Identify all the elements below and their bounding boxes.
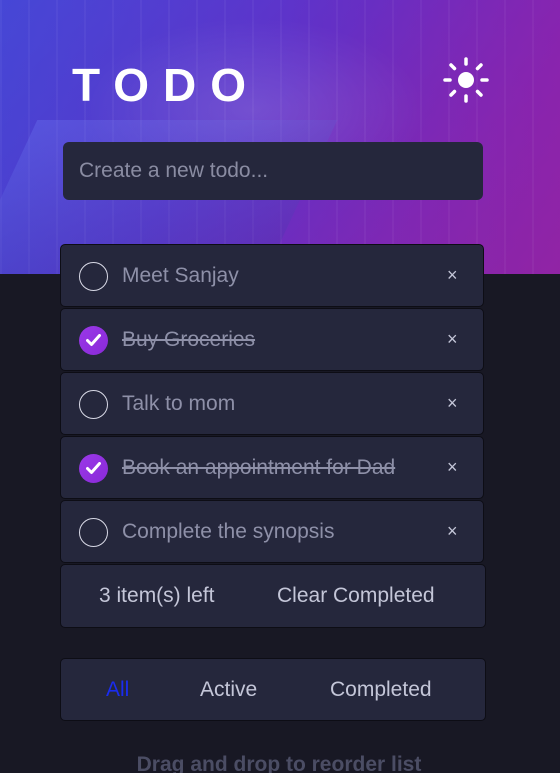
filter-completed[interactable]: Completed xyxy=(330,678,432,702)
todo-item[interactable]: Meet Sanjay × xyxy=(60,244,484,307)
checkmark-icon xyxy=(86,462,101,474)
todo-text: Book an appointment for Dad xyxy=(122,456,396,479)
delete-icon[interactable]: × xyxy=(447,457,458,477)
todo-checkbox-checked[interactable] xyxy=(79,454,108,483)
todo-text: Talk to mom xyxy=(122,392,236,415)
todo-text: Complete the synopsis xyxy=(122,520,335,543)
app-title: TODO xyxy=(72,59,261,111)
todo-text: Buy Groceries xyxy=(122,328,256,351)
todo-checkbox[interactable] xyxy=(79,390,108,419)
delete-icon[interactable]: × xyxy=(447,521,458,541)
clear-completed-button[interactable]: Clear Completed xyxy=(277,584,435,608)
items-left-count: 3 item(s) left xyxy=(99,584,215,607)
sun-icon xyxy=(443,57,489,103)
delete-icon[interactable]: × xyxy=(447,265,458,285)
filter-all[interactable]: All xyxy=(106,678,129,702)
reorder-hint-text: Drag and drop to reorder list xyxy=(136,753,422,773)
todo-app: TODO Meet Sanjay × xyxy=(0,0,560,773)
delete-icon[interactable]: × xyxy=(447,393,458,413)
todo-checkbox[interactable] xyxy=(79,518,108,547)
new-todo-input[interactable] xyxy=(63,142,483,200)
todo-text: Meet Sanjay xyxy=(122,264,239,287)
todo-checkbox[interactable] xyxy=(79,262,108,291)
header-background-image xyxy=(0,0,560,274)
todo-footer: 3 item(s) left Clear Completed xyxy=(60,564,486,628)
todo-checkbox-checked[interactable] xyxy=(79,326,108,355)
filter-bar: All Active Completed xyxy=(60,658,486,721)
delete-icon[interactable]: × xyxy=(447,329,458,349)
todo-item[interactable]: Book an appointment for Dad × xyxy=(60,436,484,499)
filter-active[interactable]: Active xyxy=(200,678,257,702)
checkmark-icon xyxy=(86,334,101,346)
todo-item[interactable]: Buy Groceries × xyxy=(60,308,484,371)
reorder-hint: Drag and drop to reorder list xyxy=(0,753,560,773)
theme-toggle-button[interactable] xyxy=(442,57,490,103)
todo-item[interactable]: Talk to mom × xyxy=(60,372,484,435)
todo-item[interactable]: Complete the synopsis × xyxy=(60,500,484,563)
